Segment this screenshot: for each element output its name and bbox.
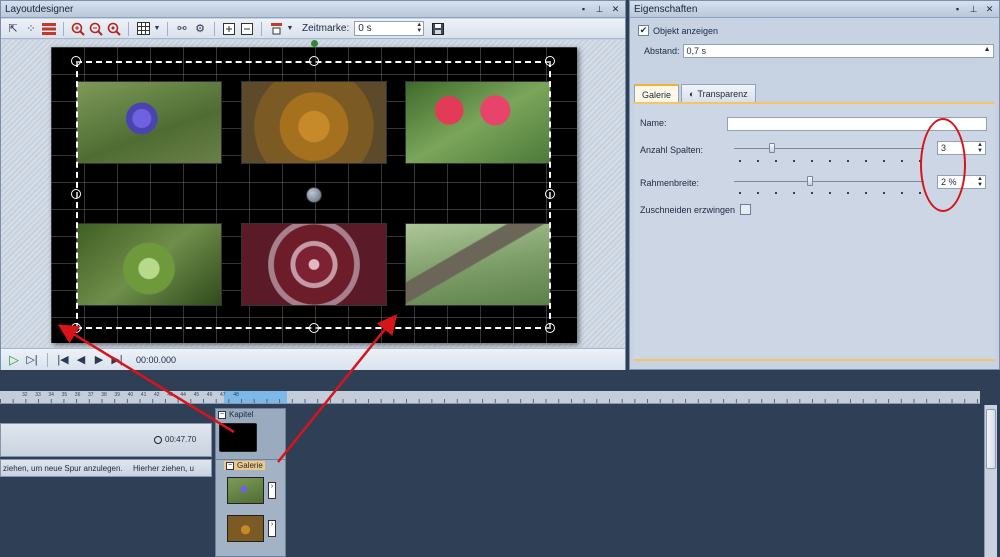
annotation-arrows: [57, 314, 398, 463]
annotation-arrow-galerie: [277, 314, 398, 463]
annotation-arrow-kapitel: [57, 324, 235, 434]
